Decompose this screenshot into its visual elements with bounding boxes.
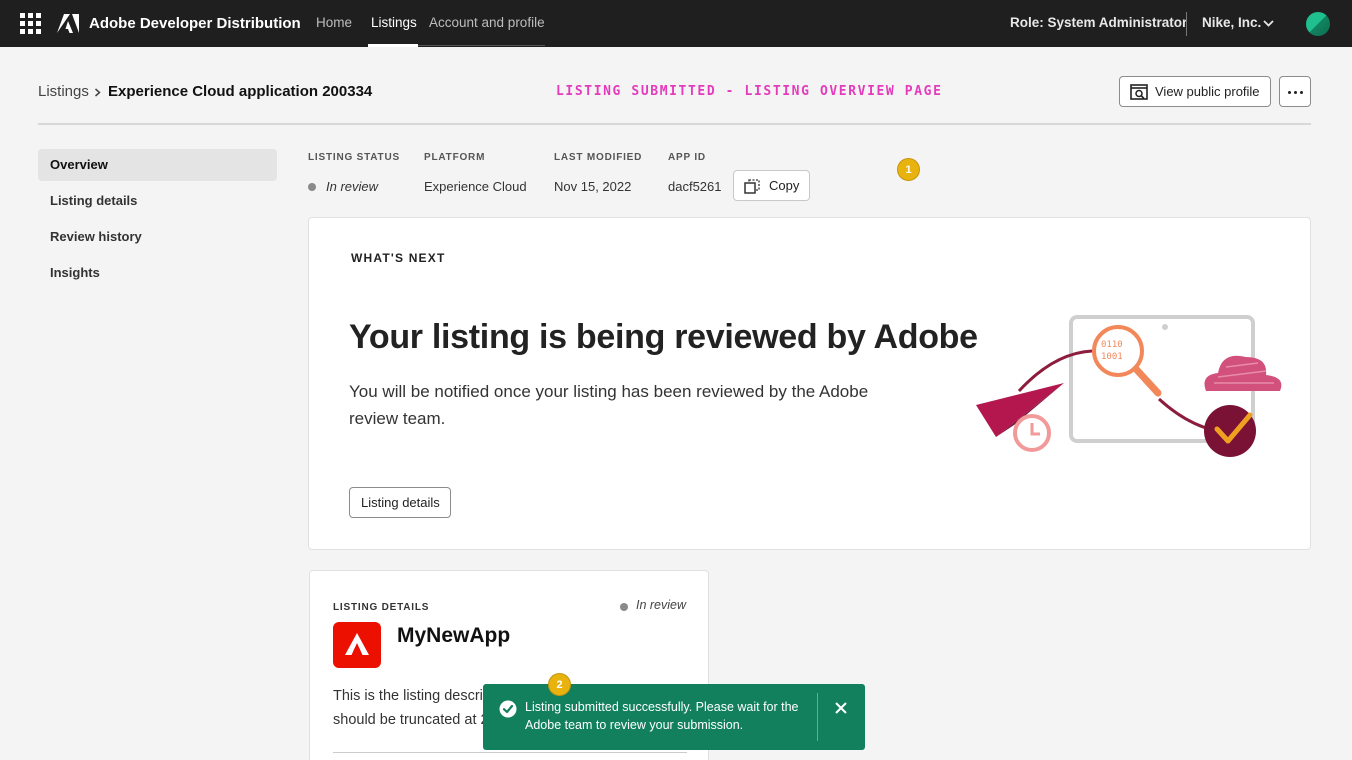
nav-home[interactable]: Home xyxy=(316,15,352,30)
platform-value: Experience Cloud xyxy=(424,179,527,194)
status-dot xyxy=(308,183,316,191)
whats-next-title: Your listing is being reviewed by Adobe xyxy=(349,318,978,356)
listing-description-line-1: This is the listing description xyxy=(333,688,493,704)
breadcrumb-listings[interactable]: Listings xyxy=(38,83,89,100)
whats-next-card: WHAT'S NEXT Your listing is being review… xyxy=(308,217,1311,550)
card-divider xyxy=(333,752,687,753)
listing-status-label: LISTING STATUS xyxy=(308,152,400,163)
status-dot xyxy=(620,603,628,611)
org-picker[interactable]: Nike, Inc. xyxy=(1202,15,1261,30)
app-id-label: APP ID xyxy=(668,152,706,163)
chevron-right-icon xyxy=(95,88,101,97)
app-icon xyxy=(333,622,381,668)
listing-status-badge: In review xyxy=(636,598,687,612)
checkmark-circle-icon xyxy=(499,700,517,718)
sidebar-item-insights[interactable]: Insights xyxy=(38,257,277,289)
nav-listings[interactable]: Listings xyxy=(371,15,417,30)
header-divider xyxy=(38,123,1311,125)
topbar-divider xyxy=(1186,12,1187,36)
platform-label: PLATFORM xyxy=(424,152,486,163)
view-public-profile-label: View public profile xyxy=(1155,84,1260,99)
whats-next-eyebrow: WHAT'S NEXT xyxy=(351,251,446,265)
more-icon xyxy=(1288,91,1303,94)
annotation-marker-1: 1 xyxy=(897,158,920,181)
listing-details-eyebrow: LISTING DETAILS xyxy=(333,602,430,613)
review-illustration: 0110 1001 xyxy=(976,315,1282,457)
view-public-profile-button[interactable]: View public profile xyxy=(1119,76,1271,107)
role-label: Role: System Administrator xyxy=(1010,15,1188,30)
page-title: Experience Cloud application 200334 xyxy=(108,83,373,100)
toast-message: Listing submitted successfully. Please w… xyxy=(525,700,799,732)
nav-divider xyxy=(418,45,545,46)
copy-label: Copy xyxy=(769,178,800,193)
app-switcher-icon[interactable] xyxy=(20,13,41,34)
app-id-value: dacf5261 xyxy=(668,179,722,194)
close-icon[interactable] xyxy=(833,700,849,716)
adobe-logo-icon xyxy=(57,14,79,33)
nav-account-and-profile[interactable]: Account and profile xyxy=(429,15,545,30)
copy-app-id-button[interactable]: Copy xyxy=(733,170,810,201)
avatar[interactable] xyxy=(1306,12,1330,36)
app-name: MyNewApp xyxy=(397,624,511,647)
copy-icon xyxy=(744,179,760,194)
active-tab-indicator xyxy=(368,44,418,47)
sidebar-item-review-history[interactable]: Review history xyxy=(38,221,277,253)
annotation-marker-2: 2 xyxy=(548,673,571,696)
chevron-down-icon[interactable] xyxy=(1263,20,1274,27)
svg-text:0110: 0110 xyxy=(1101,340,1123,350)
toast-divider xyxy=(817,693,818,741)
listing-details-button-label: Listing details xyxy=(361,495,440,510)
page-annotation: LISTING SUBMITTED - LISTING OVERVIEW PAG… xyxy=(556,84,943,99)
last-modified-label: LAST MODIFIED xyxy=(554,152,643,163)
preview-icon xyxy=(1130,84,1148,100)
listing-description-line-2: should be truncated at 2 xyxy=(333,712,489,728)
listing-status-value: In review xyxy=(326,179,379,194)
svg-text:1001: 1001 xyxy=(1101,352,1123,362)
top-navigation-bar: Adobe Developer Distribution Home Listin… xyxy=(0,0,1352,47)
whats-next-description: You will be notified once your listing h… xyxy=(349,382,869,428)
listing-details-button[interactable]: Listing details xyxy=(349,487,451,518)
adobe-logo-icon xyxy=(345,633,369,655)
last-modified-value: Nov 15, 2022 xyxy=(554,179,632,194)
success-toast: Listing submitted successfully. Please w… xyxy=(483,684,865,750)
sidebar-item-overview[interactable]: Overview xyxy=(38,149,277,181)
sidebar-item-listing-details[interactable]: Listing details xyxy=(38,185,277,217)
more-actions-button[interactable] xyxy=(1279,76,1311,107)
app-name[interactable]: Adobe Developer Distribution xyxy=(89,15,301,32)
